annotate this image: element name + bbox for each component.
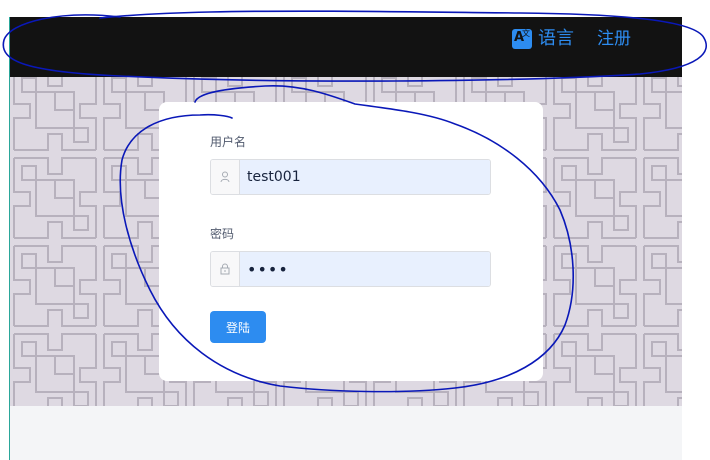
register-link[interactable]: 注册 (597, 29, 631, 49)
language-label: 语言 (538, 28, 574, 49)
app-window: A文 语言 注册 用户名 test001 密码 •••• 登陆 (0, 0, 710, 460)
user-icon (211, 160, 240, 194)
language-switcher[interactable]: A文 语言 (512, 29, 574, 49)
password-label: 密码 (210, 227, 235, 241)
translate-icon: A文 (512, 29, 532, 49)
username-input-group: test001 (210, 159, 491, 195)
username-label: 用户名 (210, 135, 247, 149)
password-input-group: •••• (210, 251, 491, 287)
username-input[interactable]: test001 (240, 160, 490, 194)
top-navigation-bar (10, 17, 682, 77)
footer-area (10, 406, 682, 460)
login-card: 用户名 test001 密码 •••• 登陆 (159, 102, 543, 381)
password-input[interactable]: •••• (240, 252, 490, 286)
login-button[interactable]: 登陆 (210, 311, 266, 343)
lock-icon (211, 252, 240, 286)
